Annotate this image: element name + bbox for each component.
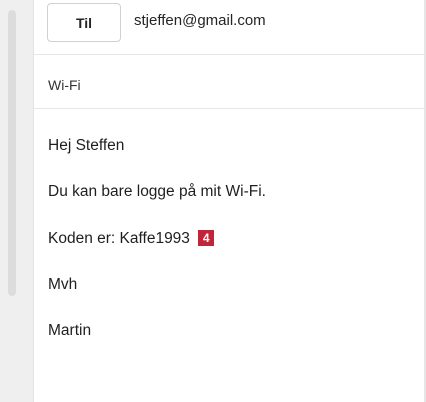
to-row: Til stjeffen@gmail.com bbox=[34, 0, 426, 55]
closing-line: Mvh bbox=[48, 276, 78, 293]
scrollbar[interactable] bbox=[8, 10, 16, 296]
left-panel bbox=[0, 0, 33, 402]
code-prefix: Koden er: bbox=[48, 230, 116, 247]
marker-badge: 4 bbox=[198, 230, 215, 246]
compose-pane: Til stjeffen@gmail.com Wi-Fi Hej Steffen… bbox=[33, 0, 426, 402]
subject-field[interactable]: Wi-Fi bbox=[48, 77, 81, 93]
greeting-line: Hej Steffen bbox=[48, 137, 125, 154]
recipient-field[interactable]: stjeffen@gmail.com bbox=[134, 12, 266, 29]
code-line: Koden er: Kaffe1993 4 bbox=[48, 230, 215, 248]
signature-line: Martin bbox=[48, 322, 92, 339]
message-line: Du kan bare logge på mit Wi-Fi. bbox=[48, 183, 266, 200]
subject-row: Wi-Fi bbox=[34, 55, 426, 109]
code-value: Kaffe1993 bbox=[119, 230, 190, 247]
to-button[interactable]: Til bbox=[47, 3, 121, 42]
